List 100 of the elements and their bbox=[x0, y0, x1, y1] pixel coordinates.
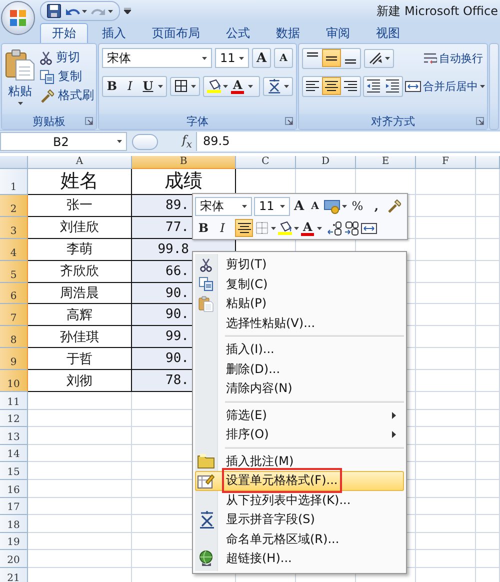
row-header[interactable]: 11 bbox=[0, 392, 28, 410]
menu-item[interactable]: 超链接(H)... bbox=[195, 549, 404, 568]
dropdown-arrow-icon[interactable] bbox=[108, 10, 113, 12]
row-header[interactable]: 18 bbox=[0, 515, 28, 533]
dropdown-arrow-icon[interactable] bbox=[117, 140, 122, 143]
fill-color-button[interactable] bbox=[278, 219, 299, 237]
menu-item[interactable]: 排序(O) bbox=[195, 425, 404, 444]
align-button[interactable] bbox=[322, 49, 341, 67]
dropdown-arrow-icon[interactable] bbox=[158, 84, 163, 88]
ribbon-tab[interactable]: 页面布局 bbox=[140, 23, 212, 43]
row-header[interactable]: 10 bbox=[0, 370, 28, 392]
dropdown-arrow-icon[interactable] bbox=[191, 84, 196, 88]
formula-field[interactable]: 89.5 bbox=[196, 132, 500, 151]
redo-button[interactable] bbox=[91, 6, 113, 16]
menu-item[interactable]: 插入批注(M) bbox=[195, 452, 404, 471]
italic-button[interactable]: I bbox=[214, 219, 231, 237]
dropdown-arrow-icon[interactable] bbox=[239, 56, 244, 60]
dropdown-arrow-icon[interactable] bbox=[202, 56, 207, 60]
ribbon-tab[interactable]: 公式 bbox=[214, 23, 262, 43]
comma-button[interactable]: , bbox=[368, 197, 385, 215]
increase-indent-button[interactable] bbox=[383, 77, 402, 95]
dropdown-arrow-icon[interactable] bbox=[271, 226, 276, 230]
shrink-font-button[interactable]: A bbox=[274, 48, 293, 68]
font-color-button[interactable]: A bbox=[231, 78, 244, 94]
ribbon-tab[interactable]: 视图 bbox=[364, 23, 412, 43]
font-color-button[interactable]: A bbox=[301, 220, 314, 236]
shrink-font-button[interactable]: A bbox=[308, 196, 322, 216]
wrap-text-button[interactable]: 自动换行 bbox=[423, 50, 484, 66]
decrease-decimal-button[interactable] bbox=[344, 219, 360, 237]
row-header[interactable]: 15 bbox=[0, 462, 28, 480]
bold-button[interactable]: B bbox=[103, 77, 121, 95]
row-header[interactable]: 19 bbox=[0, 532, 28, 550]
ribbon-tab[interactable]: 插入 bbox=[90, 23, 138, 43]
column-header[interactable]: D bbox=[296, 156, 356, 169]
borders-button[interactable] bbox=[170, 76, 200, 96]
row-header[interactable]: 7 bbox=[0, 304, 28, 326]
row-header[interactable]: 5 bbox=[0, 260, 28, 283]
dropdown-arrow-icon[interactable] bbox=[480, 84, 485, 88]
save-button[interactable] bbox=[47, 4, 61, 18]
row-header[interactable]: 17 bbox=[0, 498, 28, 516]
paste-button[interactable]: 粘贴 bbox=[4, 47, 36, 114]
dropdown-arrow-icon[interactable] bbox=[294, 226, 299, 230]
column-header[interactable]: E bbox=[356, 156, 416, 169]
dropdown-arrow-icon[interactable] bbox=[242, 204, 247, 208]
bold-button[interactable]: B bbox=[195, 219, 212, 237]
italic-button[interactable]: I bbox=[121, 77, 139, 95]
row-header[interactable]: 12 bbox=[0, 410, 28, 428]
dropdown-arrow-icon[interactable] bbox=[248, 84, 254, 88]
row-header[interactable]: 6 bbox=[0, 282, 28, 304]
row-header[interactable]: 4 bbox=[0, 238, 28, 261]
insert-function-button[interactable]: f$_{x}$ bbox=[178, 132, 196, 150]
grow-font-button[interactable]: A bbox=[292, 196, 306, 216]
dropdown-arrow-icon[interactable] bbox=[223, 84, 228, 88]
dropdown-arrow-icon[interactable] bbox=[284, 84, 290, 88]
merge-center-button[interactable]: 合并后居中 bbox=[405, 78, 486, 94]
increase-decimal-button[interactable] bbox=[327, 219, 342, 237]
format-painter-button[interactable]: 格式刷 bbox=[40, 87, 94, 104]
row-header[interactable]: 9 bbox=[0, 348, 28, 370]
dialog-launcher-button[interactable] bbox=[85, 117, 93, 125]
copy-button[interactable]: 复制 bbox=[40, 68, 94, 85]
ribbon-tab[interactable]: 数据 bbox=[264, 23, 312, 43]
row-header[interactable]: 21 bbox=[0, 568, 28, 582]
dialog-launcher-button[interactable] bbox=[476, 117, 484, 125]
font-size-field[interactable]: 11 bbox=[215, 48, 249, 68]
column-header[interactable]: F bbox=[416, 156, 476, 169]
menu-item[interactable]: 设置单元格格式(F)... bbox=[195, 471, 404, 490]
ribbon-tab[interactable]: 审阅 bbox=[314, 23, 362, 43]
customize-toolbar-button[interactable] bbox=[124, 8, 131, 14]
menu-item[interactable]: 显示拼音字段(S) bbox=[195, 510, 404, 530]
percent-button[interactable]: % bbox=[349, 197, 366, 215]
undo-button[interactable] bbox=[65, 6, 87, 16]
row-header[interactable]: 2 bbox=[0, 195, 28, 217]
font-name-field[interactable]: 宋体 bbox=[195, 196, 252, 216]
orientation-button[interactable] bbox=[364, 48, 394, 68]
align-button[interactable] bbox=[235, 219, 253, 237]
dropdown-arrow-icon[interactable] bbox=[385, 56, 390, 60]
dropdown-arrow-icon[interactable] bbox=[317, 226, 322, 230]
row-header[interactable]: 20 bbox=[0, 550, 28, 568]
cut-button[interactable]: 剪切 bbox=[40, 49, 94, 66]
row-header[interactable]: 8 bbox=[0, 326, 28, 348]
row-header[interactable]: 16 bbox=[0, 480, 28, 498]
menu-item[interactable]: 从下拉列表中选择(K)... bbox=[195, 490, 404, 510]
dialog-launcher-button[interactable] bbox=[285, 117, 293, 125]
format-painter-button[interactable] bbox=[387, 197, 401, 215]
row-header[interactable]: 3 bbox=[0, 216, 28, 239]
underline-button[interactable]: U bbox=[139, 77, 157, 95]
phonetic-guide-button[interactable] bbox=[263, 76, 294, 96]
ribbon-tab[interactable]: 开始 bbox=[40, 23, 88, 43]
fill-color-button[interactable] bbox=[207, 77, 228, 95]
row-header[interactable]: 14 bbox=[0, 444, 28, 462]
resize-handle[interactable] bbox=[132, 134, 158, 150]
dropdown-arrow-icon[interactable] bbox=[342, 204, 347, 208]
dropdown-arrow-icon[interactable] bbox=[18, 102, 22, 105]
column-header[interactable]: B bbox=[132, 156, 236, 169]
name-box[interactable]: B2 bbox=[0, 132, 127, 151]
font-name-field[interactable]: 宋体 bbox=[102, 48, 212, 68]
row-header[interactable]: 1 bbox=[0, 169, 28, 195]
dropdown-arrow-icon[interactable] bbox=[280, 204, 285, 208]
font-size-field[interactable]: 11 bbox=[254, 196, 290, 216]
column-header[interactable]: C bbox=[236, 156, 296, 169]
